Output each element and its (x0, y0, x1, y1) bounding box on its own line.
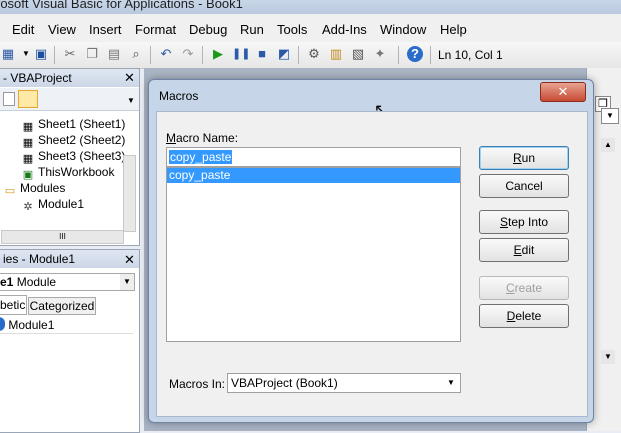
toolbar-separator (398, 46, 399, 64)
macro-list-item[interactable]: copy_paste (167, 168, 460, 183)
toolbar-separator (430, 46, 431, 64)
macro-list[interactable]: copy_paste (166, 167, 461, 342)
cut-icon[interactable]: ✂ (62, 46, 78, 62)
properties-pane-title: ies - Module1 (0, 250, 139, 268)
toolbox-icon[interactable]: ✦ (372, 46, 388, 62)
module-icon: ✲ (23, 201, 33, 213)
dropdown-arrow-icon[interactable]: ▼ (18, 46, 34, 62)
close-icon[interactable]: ✕ (540, 82, 586, 102)
window-title-bar: rosoft Visual Basic for Applications - B… (0, 0, 621, 14)
reset-icon[interactable]: ■ (254, 46, 270, 62)
macro-name-input[interactable]: copy_paste (166, 147, 461, 167)
redo-icon[interactable]: ↷ (180, 46, 196, 62)
menu-run[interactable]: Run (240, 22, 264, 37)
workbook-icon: ▣ (22, 169, 34, 181)
project-pane-toolbar: ▼ (0, 88, 139, 111)
object-browser-icon[interactable]: ▧ (350, 46, 366, 62)
macros-in-label: Macros In: (169, 377, 226, 391)
menu-insert[interactable]: Insert (89, 22, 122, 37)
delete-button[interactable]: Delete (479, 304, 569, 328)
close-properties-pane-icon[interactable]: ✕ (123, 253, 136, 266)
save-icon[interactable]: ▣ (33, 46, 49, 62)
macros-in-select[interactable]: VBAProject (Book1) ▼ (227, 373, 461, 393)
procedure-dropdown-arrow-icon[interactable]: ▼ (601, 108, 619, 124)
folder-icon: ▭ (4, 185, 16, 197)
toolbar-separator (298, 46, 299, 64)
dialog-body: Macro Name: copy_paste copy_paste Run Ca… (156, 111, 588, 417)
project-explorer-pane: - VBAProject ✕ ▼ ▦ Sheet1 (Sheet1) ▦ Sheet… (0, 68, 140, 246)
selected-property-marker (0, 317, 5, 331)
view-excel-icon[interactable]: ▦ (0, 46, 16, 62)
worksheet-icon: ▦ (22, 121, 34, 133)
tab-alphabetic[interactable]: betic (0, 295, 27, 315)
run-icon[interactable]: ▶ (210, 46, 226, 62)
properties-window-icon[interactable]: ▥ (328, 46, 344, 62)
pane-scroll-arrow-icon[interactable]: ▼ (127, 96, 135, 105)
step-into-button[interactable]: Step Into (479, 210, 569, 234)
paste-icon[interactable]: ▤ (106, 46, 122, 62)
help-icon[interactable]: ? (407, 46, 423, 62)
toggle-folders-icon[interactable] (18, 90, 38, 108)
dialog-title: Macros (159, 89, 199, 103)
dropdown-arrow-icon[interactable]: ▼ (120, 274, 134, 290)
worksheet-icon: ▦ (22, 153, 34, 165)
tree-item-sheet2[interactable]: ▦ Sheet2 (Sheet2) (21, 133, 126, 149)
tree-horizontal-scrollbar[interactable]: III (1, 230, 124, 244)
toolbar-separator (202, 46, 203, 64)
menu-format[interactable]: Format (135, 22, 176, 37)
menu-edit[interactable]: Edit (12, 22, 34, 37)
worksheet-icon: ▦ (22, 137, 34, 149)
undo-icon[interactable]: ↶ (158, 46, 174, 62)
tree-item-module1[interactable]: ✲ Module1 (21, 197, 84, 213)
view-code-icon[interactable] (3, 92, 15, 106)
menu-help[interactable]: Help (440, 22, 467, 37)
scroll-down-arrow-icon[interactable]: ▼ (601, 350, 615, 364)
break-icon[interactable]: ❚❚ (232, 46, 250, 62)
run-button[interactable]: Run (479, 146, 569, 170)
toolbar-separator (150, 46, 151, 64)
toolbar-separator (54, 46, 55, 64)
create-button[interactable]: Create (479, 276, 569, 300)
project-pane-title: - VBAProject (0, 69, 139, 87)
scroll-up-arrow-icon[interactable]: ▲ (601, 138, 615, 152)
menu-bar: Edit View Insert Format Debug Run Tools … (0, 14, 621, 43)
property-row-name[interactable]: Module1 (0, 317, 133, 334)
dropdown-arrow-icon[interactable]: ▼ (443, 374, 459, 392)
edit-button[interactable]: Edit (479, 238, 569, 262)
tree-item-thisworkbook[interactable]: ▣ ThisWorkbook (21, 165, 115, 181)
tree-item-modules-folder[interactable]: ▭ Modules (3, 181, 66, 197)
project-explorer-icon[interactable]: ⚙ (306, 46, 322, 62)
menu-tools[interactable]: Tools (277, 22, 307, 37)
cancel-button[interactable]: Cancel (479, 174, 569, 198)
window-title: rosoft Visual Basic for Applications - B… (0, 0, 243, 11)
cursor-position: Ln 10, Col 1 (438, 48, 503, 62)
macro-name-label: Macro Name: (166, 131, 239, 145)
close-project-pane-icon[interactable]: ✕ (123, 71, 136, 84)
menu-debug[interactable]: Debug (189, 22, 227, 37)
object-selector[interactable]: e1 Module ▼ (0, 273, 135, 291)
tree-item-sheet3[interactable]: ▦ Sheet3 (Sheet3) (21, 149, 126, 165)
macros-dialog: Macros ✕ ↖ Macro Name: copy_paste copy_p… (148, 79, 594, 423)
standard-toolbar: ▦ ▼ ▣ ✂ ❐ ▤ ⌕ ↶ ↷ ▶ ❚❚ ■ ◩ ⚙ ▥ ▧ ✦ ? Ln … (0, 42, 621, 69)
macro-name-value: copy_paste (169, 150, 233, 164)
menu-window[interactable]: Window (380, 22, 426, 37)
design-mode-icon[interactable]: ◩ (276, 46, 292, 62)
find-icon[interactable]: ⌕ (128, 46, 144, 62)
properties-pane: ies - Module1 ✕ e1 Module ▼ betic Catego… (0, 249, 140, 433)
tab-categorized[interactable]: Categorized (28, 297, 96, 315)
object-type: Module (16, 275, 57, 289)
menu-add-ins[interactable]: Add-Ins (322, 22, 367, 37)
menu-view[interactable]: View (48, 22, 76, 37)
copy-icon[interactable]: ❐ (84, 46, 100, 62)
object-name-prefix: e1 (0, 275, 14, 289)
tree-item-sheet1[interactable]: ▦ Sheet1 (Sheet1) (21, 117, 126, 133)
tree-vertical-scrollbar[interactable] (123, 155, 136, 232)
